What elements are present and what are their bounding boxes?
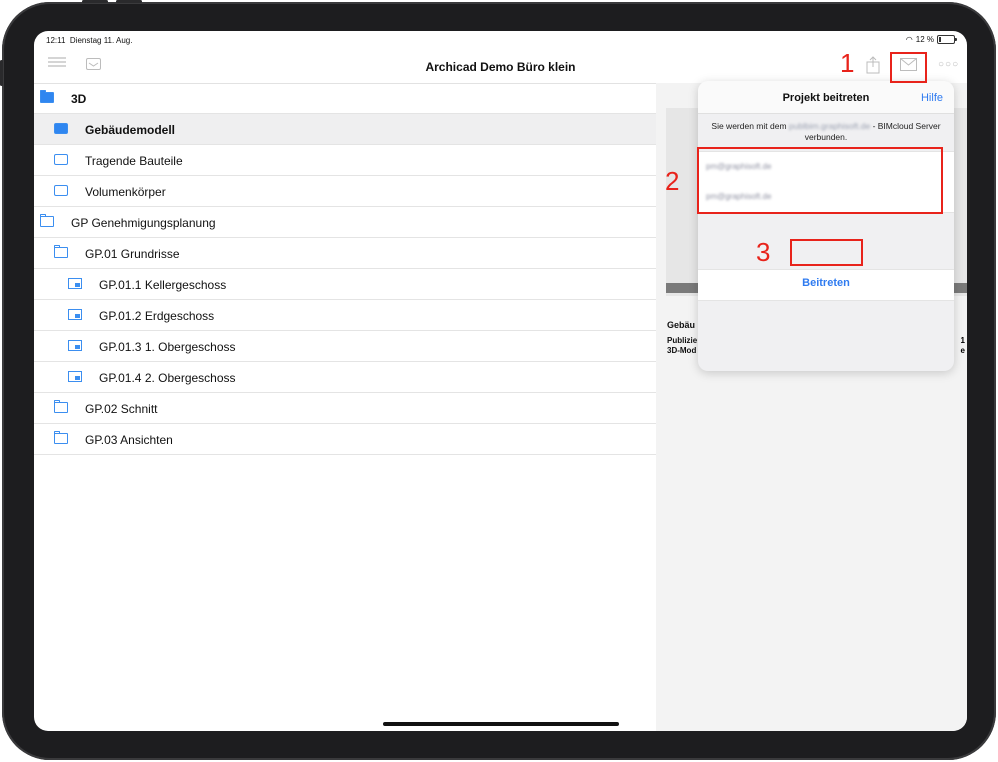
device-top-button (82, 0, 108, 3)
floorplan-icon (68, 309, 82, 320)
preview-line-1: Publizie (667, 336, 698, 345)
list-item-label: 3D (71, 92, 87, 106)
floorplan-icon (68, 371, 82, 382)
floorplan-icon (68, 340, 82, 351)
annotation-box-credentials (697, 147, 943, 214)
list-item-label: GP.01 Grundrisse (85, 247, 180, 261)
list-item[interactable]: 3D (34, 83, 656, 114)
home-indicator (383, 722, 619, 726)
list-item-label: Tragende Bauteile (85, 154, 183, 168)
message-prefix: Sie werden mit dem (711, 121, 787, 131)
annotation-box-mail (890, 52, 927, 83)
join-project-popover: Projekt beitreten Hilfe Sie werden mit d… (698, 81, 954, 371)
popover-title: Projekt beitreten (782, 92, 870, 104)
folder-icon (54, 245, 68, 258)
status-time-date: 12:11 Dienstag 11. Aug. (46, 36, 132, 45)
help-link[interactable]: Hilfe (921, 92, 943, 104)
list-item[interactable]: Tragende Bauteile (34, 145, 656, 176)
share-icon[interactable] (866, 56, 880, 77)
join-button[interactable]: Beitreten (791, 277, 861, 289)
page-title: Archicad Demo Büro klein (425, 60, 576, 74)
list-item[interactable]: GP.02 Schnitt (34, 393, 656, 424)
list-item-label: Volumenkörper (85, 185, 166, 199)
list-item[interactable]: GP.01 Grundrisse (34, 238, 656, 269)
device-top-button (116, 0, 142, 3)
folder-filled-icon (40, 90, 54, 103)
preview-description: Publizie 3D-Mod (667, 336, 697, 356)
cube-filled-icon (54, 123, 68, 134)
list-item[interactable]: GP.01.2 Erdgeschoss (34, 300, 656, 331)
server-address: publbim.graphisoft.de (788, 121, 871, 131)
battery-icon (937, 35, 957, 44)
preview-title: Gebäu (667, 320, 696, 330)
floorplan-icon (68, 278, 82, 289)
list-item[interactable]: GP.01.1 Kellergeschoss (34, 269, 656, 300)
list-item[interactable]: Volumenkörper (34, 176, 656, 207)
preview-edge-1: 1 (960, 336, 965, 345)
list-item[interactable]: GP.01.3 1. Obergeschoss (34, 331, 656, 362)
list-item[interactable]: GP.03 Ansichten (34, 424, 656, 455)
wifi-icon: ◠ (905, 35, 913, 44)
folder-icon (40, 214, 54, 227)
list-item[interactable]: GP.01.4 2. Obergeschoss (34, 362, 656, 393)
list-item[interactable]: GP Genehmigungsplanung (34, 207, 656, 238)
screen: 12:11 Dienstag 11. Aug. ◠ 12 % Archicad … (34, 31, 967, 731)
list-item-label: GP.01.4 2. Obergeschoss (99, 371, 236, 385)
list-item-label: GP.02 Schnitt (85, 402, 158, 416)
status-bar: 12:11 Dienstag 11. Aug. ◠ 12 % (34, 31, 967, 49)
annotation-box-join (790, 239, 863, 266)
battery-percentage: 12 % (915, 35, 934, 44)
status-right: ◠ 12 % (905, 35, 957, 44)
annotation-number-2: 2 (665, 166, 680, 196)
annotation-number-1: 1 (840, 48, 855, 78)
preview-line-2: 3D-Mod (667, 346, 697, 355)
preview-edge-text: 1 e (961, 336, 965, 356)
join-row: Beitreten (698, 269, 954, 301)
folder-icon (54, 400, 68, 413)
cube-icon (54, 154, 68, 165)
view-tree-list: 3D Gebäudemodell Tragende Bauteile Volumenk… (34, 83, 656, 455)
more-icon[interactable]: ○○○ (938, 59, 959, 70)
list-item-label: GP.01.3 1. Obergeschoss (99, 340, 236, 354)
status-time: 12:11 (46, 36, 66, 45)
status-date: Dienstag 11. Aug. (69, 36, 133, 45)
list-item-label: GP Genehmigungsplanung (71, 216, 216, 230)
list-item-label: GP.03 Ansichten (85, 433, 173, 447)
list-item-label: Gebäudemodell (85, 123, 176, 137)
annotation-number-3: 3 (756, 237, 771, 267)
list-item[interactable]: Gebäudemodell (34, 114, 656, 145)
navigation-bar: Archicad Demo Büro klein ○○○ (34, 49, 967, 84)
device-side-button (0, 60, 3, 86)
list-item-label: GP.01.1 Kellergeschoss (99, 278, 227, 292)
cube-icon (54, 185, 68, 196)
folder-icon (54, 431, 68, 444)
connection-message: Sie werden mit dem publbim.graphisoft.de… (706, 121, 946, 143)
list-item-label: GP.01.2 Erdgeschoss (99, 309, 215, 323)
popover-header: Projekt beitreten Hilfe (698, 81, 954, 114)
preview-edge-2: e (960, 346, 965, 355)
